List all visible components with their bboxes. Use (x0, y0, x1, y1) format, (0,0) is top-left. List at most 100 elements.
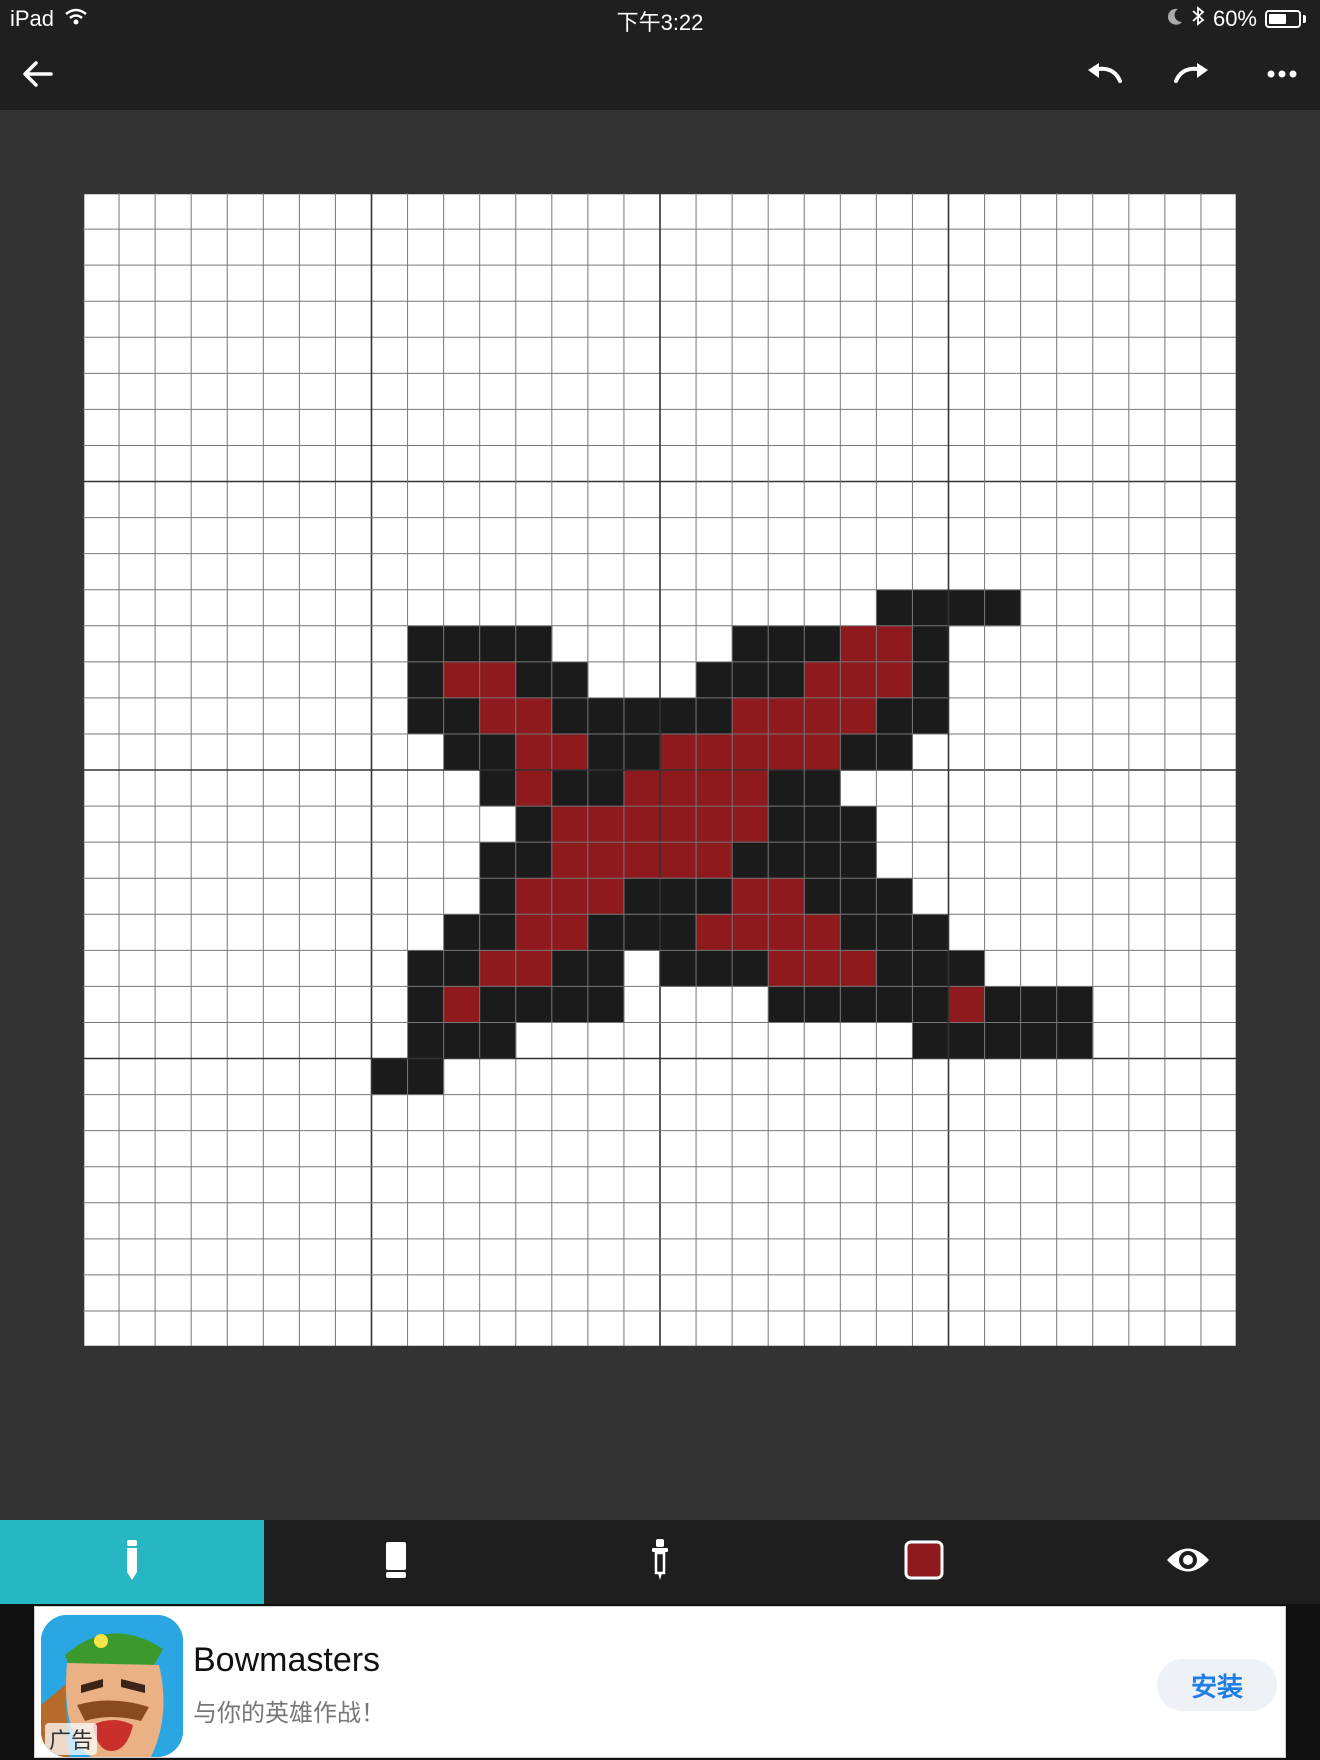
pixel-red[interactable] (515, 950, 553, 987)
pixel-red[interactable] (732, 806, 769, 843)
pixel-black[interactable] (443, 625, 481, 663)
pixel-black[interactable] (587, 733, 625, 771)
install-button[interactable]: 安装 (1157, 1659, 1277, 1711)
pixel-black[interactable] (696, 661, 733, 699)
pixel-black[interactable] (840, 986, 877, 1023)
pixel-black[interactable] (479, 733, 517, 771)
pixel-black[interactable] (479, 914, 517, 951)
pixel-red[interactable] (732, 697, 769, 735)
pixel-black[interactable] (768, 986, 805, 1023)
pixel-black[interactable] (587, 770, 625, 807)
pixel-black[interactable] (876, 589, 913, 627)
pixel-black[interactable] (443, 733, 481, 771)
pixel-black[interactable] (515, 625, 553, 663)
pixel-black[interactable] (876, 697, 913, 735)
pixel-black[interactable] (768, 625, 805, 663)
pixel-red[interactable] (587, 878, 625, 915)
pixel-black[interactable] (407, 950, 445, 987)
pixel-red[interactable] (443, 986, 481, 1023)
pixel-red[interactable] (660, 733, 697, 771)
pixel-black[interactable] (804, 842, 841, 879)
pixel-black[interactable] (407, 1022, 445, 1059)
pixel-black[interactable] (912, 661, 949, 699)
pixel-black[interactable] (623, 878, 661, 915)
pixel-black[interactable] (696, 697, 733, 735)
pixel-black[interactable] (479, 625, 517, 663)
pixel-black[interactable] (407, 1058, 445, 1096)
pixel-red[interactable] (732, 878, 769, 915)
pixel-red[interactable] (768, 914, 805, 951)
pixel-black[interactable] (768, 770, 805, 807)
pixel-red[interactable] (840, 661, 877, 699)
pixel-red[interactable] (804, 697, 841, 735)
pixel-red[interactable] (768, 733, 805, 771)
pixel-black[interactable] (515, 842, 553, 879)
pixel-red[interactable] (696, 842, 733, 879)
eraser-tool[interactable] (264, 1520, 528, 1604)
pixel-black[interactable] (768, 661, 805, 699)
pixel-black[interactable] (840, 878, 877, 915)
pixel-black[interactable] (876, 878, 913, 915)
pixel-black[interactable] (660, 950, 697, 987)
redo-icon[interactable] (1168, 50, 1216, 98)
pixel-red[interactable] (660, 842, 697, 879)
pixel-black[interactable] (551, 986, 589, 1023)
pixel-red[interactable] (804, 661, 841, 699)
pixel-black[interactable] (912, 589, 949, 627)
pixel-red[interactable] (479, 697, 517, 735)
pixel-black[interactable] (984, 589, 1022, 627)
pixel-red[interactable] (768, 697, 805, 735)
pixel-black[interactable] (696, 878, 733, 915)
pixel-black[interactable] (587, 986, 625, 1023)
pixel-black[interactable] (515, 806, 553, 843)
pixel-black[interactable] (984, 986, 1022, 1023)
pixel-red[interactable] (515, 770, 553, 807)
pixel-black[interactable] (876, 950, 913, 987)
pixel-black[interactable] (479, 878, 517, 915)
pixel-black[interactable] (912, 950, 949, 987)
ad-app-icon[interactable]: 广告 (41, 1615, 183, 1757)
pixel-black[interactable] (1020, 1022, 1058, 1059)
pixel-black[interactable] (840, 914, 877, 951)
pixel-black[interactable] (443, 950, 481, 987)
pixel-black[interactable] (1020, 986, 1058, 1023)
pixel-red[interactable] (732, 770, 769, 807)
pixel-red[interactable] (660, 770, 697, 807)
pixel-red[interactable] (551, 842, 589, 879)
pixel-black[interactable] (876, 733, 913, 771)
pencil-tool[interactable] (0, 1520, 264, 1604)
pixel-black[interactable] (876, 914, 913, 951)
color-tool[interactable] (792, 1520, 1056, 1604)
ad-card[interactable]: 广告 Bowmasters 与你的英雄作战！ 安装 (34, 1606, 1286, 1758)
pixel-red[interactable] (660, 806, 697, 843)
pixel-red[interactable] (623, 842, 661, 879)
pixel-black[interactable] (948, 950, 986, 987)
pixel-red[interactable] (479, 950, 517, 987)
pixel-black[interactable] (804, 986, 841, 1023)
pixel-black[interactable] (768, 806, 805, 843)
pixel-black[interactable] (732, 625, 769, 663)
pixel-black[interactable] (804, 806, 841, 843)
pixel-black[interactable] (840, 842, 877, 879)
pixel-black[interactable] (984, 1022, 1022, 1059)
pixel-red[interactable] (696, 733, 733, 771)
pixel-black[interactable] (587, 697, 625, 735)
pixel-black[interactable] (551, 770, 589, 807)
pixel-black[interactable] (948, 1022, 986, 1059)
pixel-red[interactable] (587, 806, 625, 843)
pixel-black[interactable] (660, 914, 697, 951)
pixel-black[interactable] (407, 625, 445, 663)
pixel-black[interactable] (732, 661, 769, 699)
pixel-red[interactable] (623, 806, 661, 843)
pixel-red[interactable] (732, 914, 769, 951)
pixel-black[interactable] (551, 661, 589, 699)
pixel-black[interactable] (623, 733, 661, 771)
pixel-red[interactable] (876, 661, 913, 699)
pixel-red[interactable] (768, 878, 805, 915)
more-dots-icon[interactable] (1258, 50, 1306, 98)
pixel-red[interactable] (768, 950, 805, 987)
pixel-black[interactable] (407, 697, 445, 735)
pixel-black[interactable] (479, 986, 517, 1023)
pixel-black[interactable] (1056, 986, 1094, 1023)
ad-title[interactable]: Bowmasters (193, 1641, 380, 1680)
